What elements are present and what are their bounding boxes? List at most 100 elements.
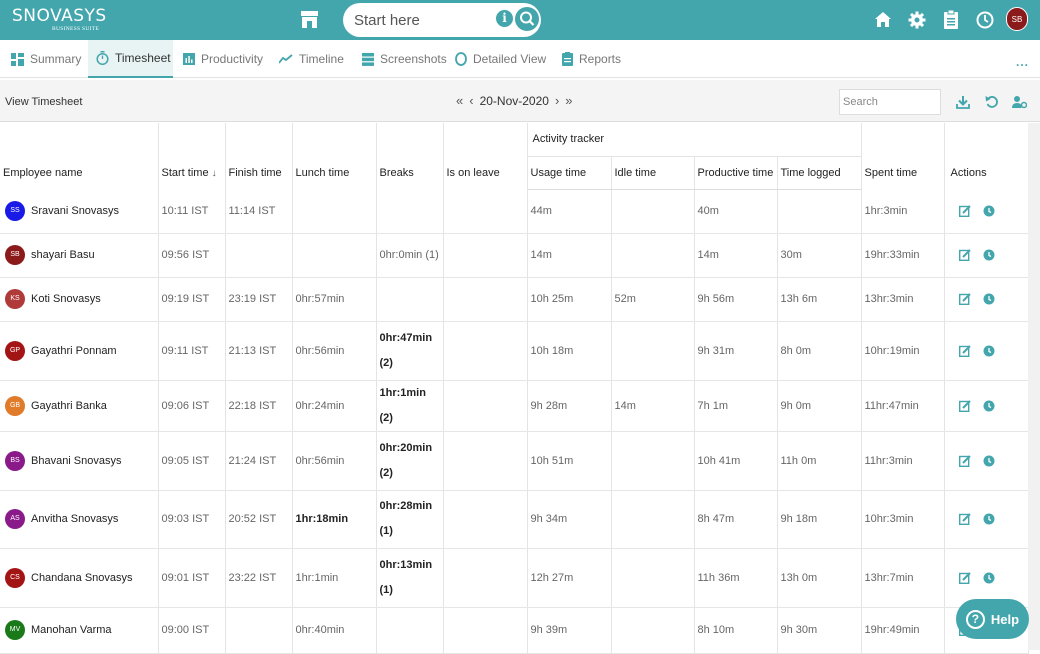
- employee-name[interactable]: Bhavani Snovasys: [31, 455, 122, 467]
- more-menu-button[interactable]: ...: [1016, 55, 1029, 69]
- first-date-button[interactable]: «: [456, 93, 463, 108]
- employee-name[interactable]: shayari Basu: [31, 249, 95, 261]
- current-date[interactable]: 20-Nov-2020: [480, 94, 549, 108]
- leave-cell: [443, 277, 528, 322]
- start-cell: 09:01 IST: [158, 548, 226, 608]
- gear-icon[interactable]: [908, 10, 926, 30]
- lunch-cell: 1hr:18min: [292, 490, 377, 549]
- employee-cell: GP Gayathri Ponnam: [0, 321, 159, 381]
- info-icon[interactable]: i: [496, 10, 513, 27]
- clock-icon[interactable]: [983, 513, 995, 525]
- finish-cell: 23:22 IST: [225, 548, 293, 608]
- lunch-cell: [292, 189, 377, 234]
- clock-icon[interactable]: [983, 455, 995, 467]
- spent-cell: 10hr:19min: [861, 321, 945, 381]
- store-icon[interactable]: [300, 11, 319, 28]
- clock-icon[interactable]: [983, 205, 995, 217]
- search-button[interactable]: [515, 7, 539, 31]
- next-date-button[interactable]: ›: [555, 93, 559, 108]
- col-is-on-leave[interactable]: Is on leave: [443, 123, 528, 189]
- edit-icon[interactable]: [958, 205, 971, 217]
- tab-timeline[interactable]: Timeline: [279, 40, 359, 78]
- col-finish-time[interactable]: Finish time: [225, 123, 293, 189]
- bar-chart-icon: [183, 53, 195, 65]
- clipboard-icon[interactable]: [944, 10, 958, 30]
- col-breaks[interactable]: Breaks: [376, 123, 444, 189]
- tab-label: Timeline: [299, 52, 344, 66]
- employee-name[interactable]: Chandana Snovasys: [31, 572, 133, 584]
- col-spent-time[interactable]: Spent time: [861, 123, 945, 189]
- logo[interactable]: SNOVASYS BUSINESS SUITE: [12, 7, 107, 33]
- employee-name[interactable]: Manohan Varma: [31, 624, 112, 636]
- logged-cell: 8h 0m: [777, 321, 862, 381]
- employee-name[interactable]: Anvitha Snovasys: [31, 513, 118, 525]
- edit-icon[interactable]: [958, 293, 971, 305]
- edit-icon[interactable]: [958, 344, 971, 357]
- lunch-cell: 0hr:40min: [292, 607, 377, 654]
- col-time-logged[interactable]: Time logged: [777, 156, 862, 190]
- last-date-button[interactable]: »: [565, 93, 572, 108]
- grid-icon: [11, 52, 24, 66]
- vertical-scrollbar[interactable]: [1028, 123, 1040, 650]
- tab-productivity[interactable]: Productivity: [183, 40, 268, 78]
- clock-icon[interactable]: [983, 400, 995, 412]
- edit-icon[interactable]: [958, 249, 971, 261]
- refresh-icon[interactable]: [985, 95, 999, 109]
- employee-cell: BS Bhavani Snovasys: [0, 431, 159, 491]
- spent-cell: 11hr:47min: [861, 380, 945, 432]
- lunch-cell: 0hr:57min: [292, 277, 377, 322]
- col-start-time[interactable]: Start time ↓: [158, 123, 226, 189]
- tab-detailed-view[interactable]: Detailed View: [455, 40, 550, 78]
- employee-name[interactable]: Sravani Snovasys: [31, 205, 119, 217]
- edit-icon[interactable]: [958, 399, 971, 412]
- employee-avatar: CS: [5, 567, 25, 588]
- breaks-cell: 0hr:0min (1): [376, 233, 444, 278]
- edit-icon[interactable]: [958, 454, 971, 467]
- clock-icon[interactable]: [983, 572, 995, 584]
- start-cell: 09:03 IST: [158, 490, 226, 549]
- tab-reports[interactable]: Reports: [562, 40, 634, 78]
- clock-icon[interactable]: [983, 249, 995, 261]
- sort-desc-icon[interactable]: ↓: [212, 168, 217, 179]
- employee-name[interactable]: Gayathri Banka: [31, 400, 107, 412]
- help-button[interactable]: ? Help: [956, 599, 1029, 639]
- user-settings-icon[interactable]: [1012, 95, 1027, 109]
- tab-screenshots[interactable]: Screenshots: [362, 40, 454, 78]
- table-row: AS Anvitha Snovasys 09:03 IST 20:52 IST 1hr:…: [0, 490, 1029, 549]
- clock-icon[interactable]: [983, 293, 995, 305]
- leave-cell: [443, 548, 528, 608]
- idle-cell: [611, 490, 695, 549]
- global-search-input[interactable]: [354, 10, 494, 30]
- download-icon[interactable]: [956, 95, 970, 109]
- idle-cell: [611, 431, 695, 491]
- col-employee-name[interactable]: Employee name: [0, 123, 159, 189]
- actions-cell: [944, 321, 1029, 381]
- clock-icon[interactable]: [983, 345, 995, 357]
- col-lunch-time[interactable]: Lunch time: [292, 123, 377, 189]
- edit-icon[interactable]: [958, 513, 971, 525]
- idle-cell: 14m: [611, 380, 695, 432]
- actions-cell: [944, 277, 1029, 322]
- employee-cell: MV Manohan Varma: [0, 607, 159, 654]
- logged-cell: 9h 0m: [777, 380, 862, 432]
- col-productive-time[interactable]: Productive time: [694, 156, 778, 190]
- home-icon[interactable]: [875, 10, 891, 30]
- col-idle-time[interactable]: Idle time: [611, 156, 695, 190]
- employee-name[interactable]: Koti Snovasys: [31, 293, 101, 305]
- tab-timesheet[interactable]: Timesheet: [88, 40, 173, 78]
- user-avatar[interactable]: SB: [1006, 7, 1028, 31]
- tab-summary[interactable]: Summary: [11, 40, 87, 78]
- col-usage-time[interactable]: Usage time: [527, 156, 612, 190]
- breaks-cell: 0hr:13min (1): [376, 548, 444, 608]
- employee-name[interactable]: Gayathri Ponnam: [31, 345, 117, 357]
- prev-date-button[interactable]: ‹: [469, 93, 473, 108]
- breaks-cell: [376, 189, 444, 234]
- productive-cell: 8h 10m: [694, 607, 778, 654]
- lunch-cell: 0hr:56min: [292, 431, 377, 491]
- leave-cell: [443, 490, 528, 549]
- finish-cell: 23:19 IST: [225, 277, 293, 322]
- clock-icon[interactable]: [976, 10, 994, 30]
- table-search-input[interactable]: [839, 89, 941, 115]
- edit-icon[interactable]: [958, 571, 971, 584]
- leave-cell: [443, 189, 528, 234]
